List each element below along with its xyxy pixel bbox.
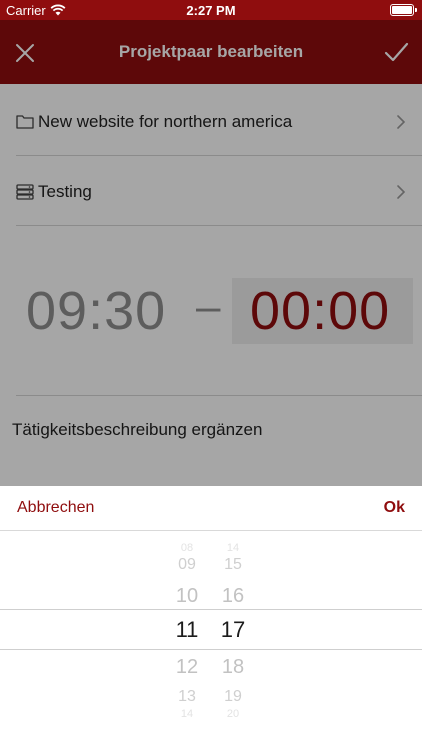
task-label: Testing [38,182,92,201]
minute-wheel[interactable]: 14 15 16 17 18 19 20 [203,530,263,750]
minute-option[interactable]: 19 [203,688,263,706]
chevron-right-icon [397,185,406,199]
page-title: Projektpaar bearbeiten [118,42,304,61]
minute-option[interactable]: 18 [203,656,263,679]
row-divider [16,225,422,226]
minute-option[interactable]: 17 [203,617,263,643]
battery-icon [390,4,417,16]
folder-icon [16,115,34,129]
cancel-button[interactable]: Abbrechen [17,499,94,517]
task-row[interactable]: Testing [0,156,422,226]
description-field[interactable]: Tätigkeitsbeschreibung ergänzen [12,420,262,440]
chevron-right-icon [397,115,406,129]
row-divider [16,395,422,396]
time-picker-wheel[interactable]: 08 09 10 11 12 13 14 14 15 16 17 18 19 20 [0,530,422,750]
status-bar: Carrier 2:27 PM [0,0,422,20]
edit-form: New website for northern america Testing… [0,84,422,486]
server-icon [16,184,34,200]
picker-toolbar: Abbrechen Ok [0,486,422,531]
minute-option[interactable]: 14 [203,542,263,554]
minute-option[interactable]: 16 [203,585,263,608]
nav-bar: Projektpaar bearbeiten [0,20,422,84]
status-time: 2:27 PM [186,3,236,18]
time-range: 09:30 – 00:00 [0,278,422,350]
ok-button[interactable]: Ok [384,499,405,517]
time-picker-sheet: Abbrechen Ok 08 09 10 11 12 13 14 14 15 16 17 18 19… [0,486,422,750]
start-time[interactable]: 09:30 [26,280,166,342]
end-time[interactable]: 00:00 [250,280,390,342]
minute-option[interactable]: 15 [203,556,263,574]
checkmark-icon[interactable] [382,38,410,66]
time-range-separator: – [196,282,221,331]
project-label: New website for northern america [38,112,293,131]
minute-option[interactable]: 20 [203,708,263,720]
project-row[interactable]: New website for northern america [0,86,422,156]
